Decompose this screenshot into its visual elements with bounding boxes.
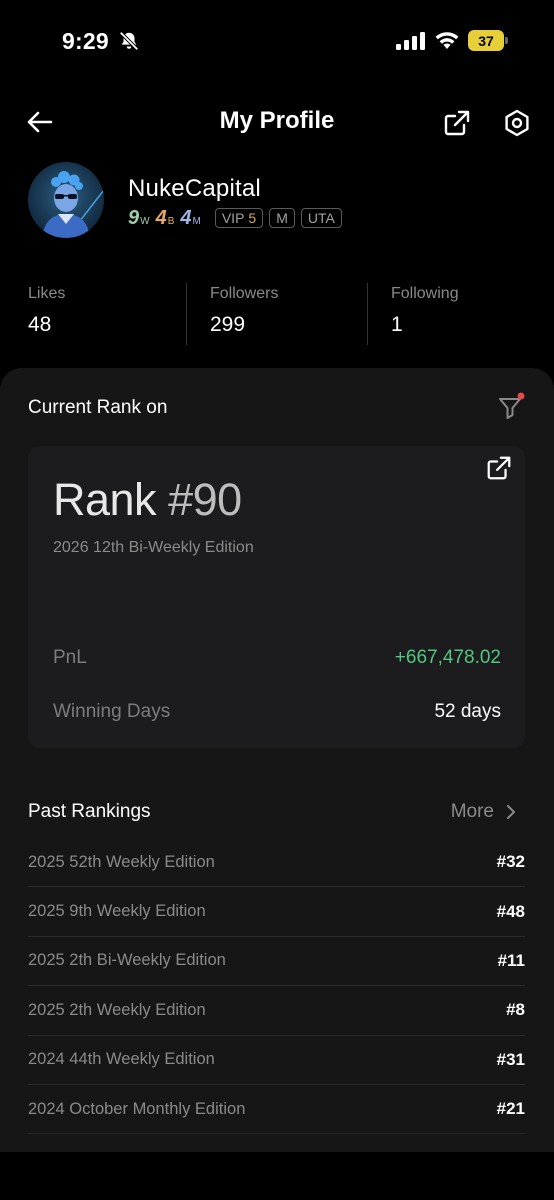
likes-label: Likes — [28, 285, 66, 302]
edition-name: 2024 October Monthly Edition — [28, 1099, 246, 1118]
rank-heading: Rank #90 — [53, 474, 242, 526]
stat-divider — [186, 283, 187, 345]
biweekly-badge-count: 4 — [155, 206, 167, 229]
signal-icon — [396, 32, 425, 50]
status-time: 9:29 — [62, 28, 109, 54]
edition-rank: #21 — [496, 1099, 525, 1119]
battery-body: 37 — [468, 30, 504, 51]
avatar-illustration — [28, 162, 104, 238]
pnl-label: PnL — [53, 647, 87, 668]
battery-tip — [505, 37, 508, 44]
edition-name: 2025 52th Weekly Edition — [28, 852, 215, 871]
achievement-badges: 9W 4B 4M VIP 5 M UTA — [128, 207, 342, 229]
winning-days-label: Winning Days — [53, 701, 171, 722]
m-tag[interactable]: M — [269, 208, 295, 228]
battery-icon: 37 — [468, 30, 508, 51]
wifi-icon — [435, 32, 459, 49]
past-rankings-list: 2025 52th Weekly Edition #32 2025 9th We… — [28, 838, 525, 1135]
winning-days-row: Winning Days 52 days — [53, 701, 501, 723]
weekly-badge-count: 9 — [128, 206, 140, 229]
rank-number: #90 — [168, 474, 242, 525]
followers-stat[interactable]: Followers 299 — [210, 285, 278, 337]
status-bar: 9:29 37 — [0, 0, 554, 84]
current-rank-title: Current Rank on — [28, 397, 168, 418]
bell-slash-icon — [119, 31, 139, 51]
edition-rank: #48 — [496, 901, 525, 921]
monthly-badge[interactable]: 4M — [180, 207, 200, 230]
edition-name: 2025 2th Bi-Weekly Edition — [28, 951, 226, 970]
following-label: Following — [391, 285, 459, 302]
scroll-fade — [0, 1130, 554, 1152]
list-item[interactable]: 2024 44th Weekly Edition #31 — [28, 1036, 525, 1085]
stat-divider — [367, 283, 368, 345]
monthly-badge-count: 4 — [180, 206, 192, 229]
likes-stat[interactable]: Likes 48 — [28, 285, 65, 337]
edition-name: 2025 2th Weekly Edition — [28, 1000, 206, 1019]
username: NukeCapital — [128, 175, 261, 202]
uta-tag[interactable]: UTA — [300, 208, 342, 228]
weekly-badge[interactable]: 9W — [128, 207, 150, 230]
edition-rank: #31 — [496, 1049, 525, 1069]
weekly-badge-letter: W — [140, 215, 150, 227]
card-share-icon[interactable] — [485, 454, 513, 482]
settings-icon[interactable] — [502, 108, 532, 138]
more-label: More — [450, 801, 494, 822]
likes-value: 48 — [28, 313, 52, 336]
chevron-right-icon — [507, 805, 515, 819]
rank-edition: 2026 12th Bi-Weekly Edition — [53, 539, 254, 556]
pnl-row: PnL +667,478.02 — [53, 647, 501, 669]
decorative-lines — [230, 446, 525, 596]
more-link[interactable]: More — [451, 801, 518, 823]
filter-notification-dot — [517, 392, 525, 400]
vip-tag[interactable]: VIP 5 — [214, 208, 264, 228]
pnl-value: +667,478.02 — [394, 647, 501, 668]
list-item[interactable]: 2025 2th Weekly Edition #8 — [28, 986, 525, 1036]
list-item[interactable]: 2025 52th Weekly Edition #32 — [28, 838, 525, 888]
battery-level: 37 — [478, 32, 494, 49]
bottom-safe-area — [0, 1152, 554, 1200]
edition-rank: #11 — [497, 950, 525, 970]
following-stat[interactable]: Following 1 — [391, 285, 459, 337]
list-item[interactable]: 2024 October Monthly Edition #21 — [28, 1085, 525, 1135]
list-item[interactable]: 2025 2th Bi-Weekly Edition #11 — [28, 937, 525, 987]
list-item[interactable]: 2025 9th Weekly Edition #48 — [28, 887, 525, 937]
winning-days-value: 52 days — [434, 701, 501, 722]
avatar[interactable] — [28, 162, 104, 238]
followers-label: Followers — [210, 285, 279, 302]
biweekly-badge-letter: B — [167, 215, 175, 227]
share-icon[interactable] — [442, 108, 472, 138]
rank-label: Rank — [53, 474, 157, 525]
current-rank-card[interactable]: Rank #90 2026 12th Bi-Weekly Edition PnL… — [28, 446, 525, 748]
edition-rank: #8 — [506, 1000, 525, 1020]
filter-icon[interactable] — [496, 392, 526, 422]
vip-label: VIP — [221, 210, 245, 226]
past-rankings-title: Past Rankings — [28, 801, 151, 822]
followers-value: 299 — [210, 313, 246, 336]
monthly-badge-letter: M — [192, 215, 201, 227]
following-value: 1 — [391, 313, 403, 336]
vip-level: 5 — [248, 210, 257, 226]
edition-name: 2025 9th Weekly Edition — [28, 902, 206, 921]
edition-name: 2024 44th Weekly Edition — [28, 1050, 215, 1069]
edition-rank: #32 — [496, 852, 525, 872]
biweekly-badge[interactable]: 4B — [156, 207, 175, 230]
